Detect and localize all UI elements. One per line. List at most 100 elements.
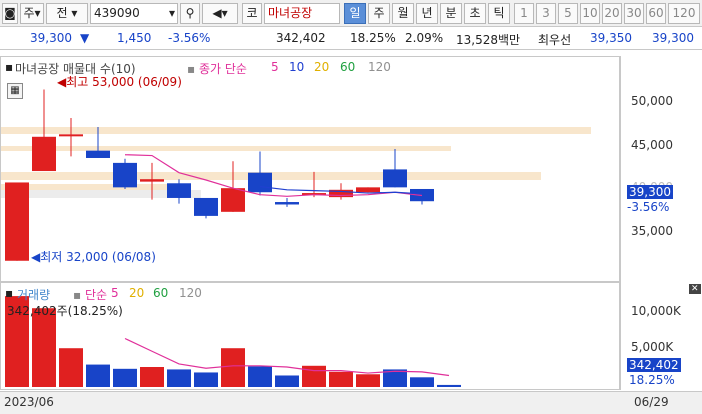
candle-body [275, 202, 299, 205]
chart-collapse-icon[interactable]: ▪ [5, 60, 13, 74]
candle-body [167, 183, 191, 198]
volume-profile-band [1, 146, 451, 151]
ma5-legend: 5 [271, 60, 279, 74]
search-icon[interactable]: ⚲ [180, 3, 200, 24]
candle-body [32, 136, 56, 172]
high-label: 최고 53,000 (06/09) [66, 75, 182, 89]
volume-chart[interactable]: ▪ 거래량 ▪ 단순 5 20 60 120 342,402주(18.25%) [0, 282, 620, 390]
tab-month[interactable]: 월 [392, 3, 414, 24]
current-price: 39,300 [30, 31, 72, 45]
ma60-legend: 60 [340, 60, 356, 74]
volume-bar [329, 371, 353, 387]
ma-type-label: 종가 단순 [198, 62, 247, 76]
volume-bar [410, 377, 434, 387]
volume-pct-badge: 18.25% [629, 373, 675, 387]
interval-3[interactable]: 3 [536, 3, 556, 24]
vol-ma60-legend: 60 [153, 286, 169, 300]
interval-20[interactable]: 20 [602, 3, 622, 24]
volume-current-label: 342,402주(18.25%) [7, 304, 123, 318]
price-chart[interactable]: ▪ 마녀공장 매물대 수(10) ▪ 종가 단순 5 10 20 60 120 … [0, 56, 620, 282]
vol-ma120-legend: 120 [179, 286, 202, 300]
volume-ma-type: 단순 [84, 288, 108, 302]
volume-bar [221, 348, 245, 387]
chart-menu-icon[interactable]: ◙ [2, 3, 18, 24]
volume-bar [140, 367, 164, 387]
stock-name-field[interactable]: 마녀공장 [264, 3, 340, 24]
interval-5[interactable]: 5 [558, 3, 578, 24]
toolbar: ◙ 주▾ 전 ▾ 439090 ▾ ⚲ ◀▾ 코 마녀공장 일 주 월 년 분 초… [0, 0, 702, 27]
tab-day[interactable]: 일 [344, 3, 366, 24]
mode-button[interactable]: 코 [242, 3, 262, 24]
price-tick: 50,000 [631, 94, 673, 108]
ma120-legend: 120 [368, 60, 391, 74]
volume-bar [248, 366, 272, 387]
interval-30[interactable]: 30 [624, 3, 644, 24]
interval-10[interactable]: 10 [580, 3, 600, 24]
low-label: 최저 32,000 (06/08) [40, 250, 156, 264]
quote-bar: 39,300 ▼ 1,450 -3.56% 342,402 18.25% 2.0… [0, 28, 702, 50]
volume-value: 342,402 [276, 31, 326, 45]
best-ask: 39,300 [652, 31, 694, 45]
ratio-value: 2.09% [405, 31, 444, 45]
ma20-legend: 20 [314, 60, 330, 74]
candle-body [248, 172, 272, 193]
candle-body [113, 162, 137, 188]
current-price-badge: 39,300 [627, 185, 673, 199]
speaker-icon[interactable]: ◀▾ [202, 3, 238, 24]
vol-ma5-legend: 5 [111, 286, 119, 300]
volume-tick: 10,000K [631, 304, 681, 318]
volume-bar [86, 364, 110, 387]
date-axis: 2023/06 06/29 [0, 391, 702, 414]
candle-body [221, 188, 245, 212]
kind-label: 전 [56, 6, 68, 20]
price-axis: 50,000 45,000 40,000 35,000 39,300 -3.56… [620, 56, 702, 282]
trade-amount: 13,528백만 [456, 33, 521, 47]
tab-week[interactable]: 주 [368, 3, 390, 24]
volume-bar [59, 348, 83, 387]
volume-bar [194, 372, 218, 387]
interval-120[interactable]: 120 [668, 3, 700, 24]
volume-bar [113, 368, 137, 387]
interval-60[interactable]: 60 [646, 3, 666, 24]
calculator-icon[interactable]: ▦ [7, 83, 23, 99]
kind-select[interactable]: 전 ▾ [46, 3, 88, 24]
bid-label: 최우선 [538, 33, 572, 47]
price-change-pct: -3.56% [168, 31, 211, 45]
volume-collapse-icon[interactable]: ▪ [5, 286, 13, 300]
volume-axis: ✕ 10,000K 5,000K 342,402 18.25% [620, 282, 702, 390]
volume-bar [32, 308, 56, 387]
candle-body [383, 169, 407, 188]
high-marker: ◀최고 53,000 (06/09) [57, 75, 182, 89]
turnover-value: 18.25% [350, 31, 396, 45]
candle-body [140, 179, 164, 182]
tab-minute[interactable]: 분 [440, 3, 462, 24]
close-icon[interactable]: ✕ [689, 284, 701, 294]
candle-body [194, 197, 218, 216]
ma10-legend: 10 [289, 60, 305, 74]
market-select[interactable]: 주▾ [20, 3, 44, 24]
date-start: 2023/06 [4, 395, 54, 409]
code-input[interactable]: 439090 ▾ [90, 3, 178, 24]
price-tick: 45,000 [631, 138, 673, 152]
current-pct-badge: -3.56% [627, 200, 670, 214]
vol-ma20-legend: 20 [129, 286, 145, 300]
volume-bar [356, 374, 380, 387]
volume-bar [167, 369, 191, 387]
price-change: 1,450 [117, 31, 152, 45]
volume-ma-label: ▪ 단순 [73, 288, 108, 302]
volume-bar [437, 384, 461, 387]
ma-legend-label: ▪ 종가 단순 [187, 62, 247, 76]
tab-year[interactable]: 년 [416, 3, 438, 24]
candle-body [59, 134, 83, 137]
down-arrow-icon: ▼ [80, 31, 90, 45]
best-bid: 39,350 [590, 31, 632, 45]
code-value: 439090 [94, 6, 140, 20]
tab-tick[interactable]: 틱 [488, 3, 510, 24]
tab-second[interactable]: 초 [464, 3, 486, 24]
volume-bar [275, 375, 299, 387]
candle-body [86, 150, 110, 158]
market-label: 주 [23, 6, 35, 20]
volume-profile-band [1, 127, 591, 134]
price-tick: 35,000 [631, 224, 673, 238]
interval-1[interactable]: 1 [514, 3, 534, 24]
